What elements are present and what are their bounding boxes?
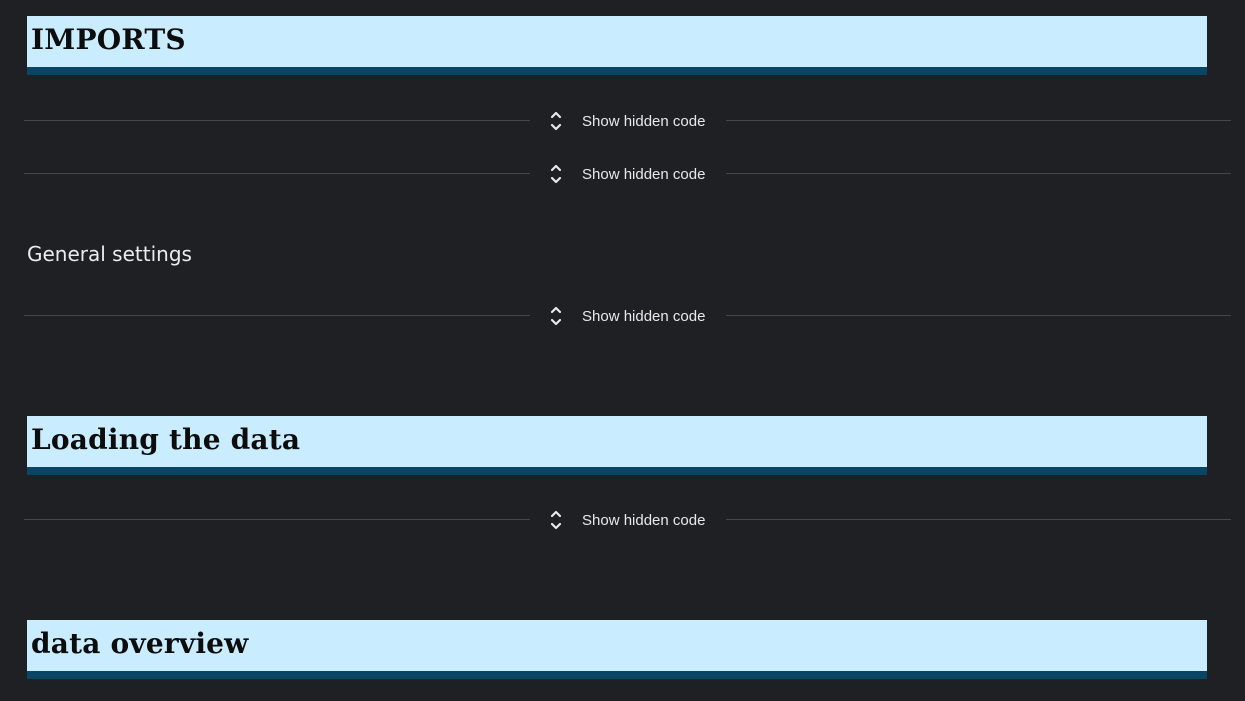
notebook-page: IMPORTS Show hidden code Show hidden cod…	[0, 0, 1245, 701]
chevron-up-down-icon	[550, 306, 562, 326]
show-hidden-code-button[interactable]: Show hidden code	[550, 507, 705, 533]
section-header-imports: IMPORTS	[27, 16, 1207, 75]
divider-line	[726, 173, 1231, 174]
divider-line	[726, 120, 1231, 121]
chevron-up-down-icon	[550, 164, 562, 184]
show-hidden-code-button[interactable]: Show hidden code	[550, 161, 705, 187]
hidden-code-row: Show hidden code	[24, 108, 1231, 134]
section-header-loading: Loading the data	[27, 416, 1207, 475]
divider-line	[24, 519, 530, 520]
divider-line	[726, 315, 1231, 316]
section-title: IMPORTS	[31, 23, 186, 56]
section-title: Loading the data	[31, 423, 301, 456]
hidden-code-row: Show hidden code	[24, 507, 1231, 533]
show-hidden-code-button[interactable]: Show hidden code	[550, 303, 705, 329]
show-hidden-code-label: Show hidden code	[582, 307, 706, 325]
divider-line	[24, 315, 530, 316]
chevron-up-down-icon	[550, 510, 562, 530]
general-settings-text: General settings	[27, 242, 192, 266]
hidden-code-row: Show hidden code	[24, 303, 1231, 329]
chevron-up-down-icon	[550, 111, 562, 131]
show-hidden-code-label: Show hidden code	[582, 165, 706, 183]
show-hidden-code-label: Show hidden code	[582, 511, 706, 529]
section-title: data overview	[31, 627, 249, 660]
show-hidden-code-button[interactable]: Show hidden code	[550, 108, 705, 134]
section-header-overview: data overview	[27, 620, 1207, 679]
show-hidden-code-label: Show hidden code	[582, 112, 706, 130]
divider-line	[24, 173, 530, 174]
divider-line	[726, 519, 1231, 520]
hidden-code-row: Show hidden code	[24, 161, 1231, 187]
divider-line	[24, 120, 530, 121]
